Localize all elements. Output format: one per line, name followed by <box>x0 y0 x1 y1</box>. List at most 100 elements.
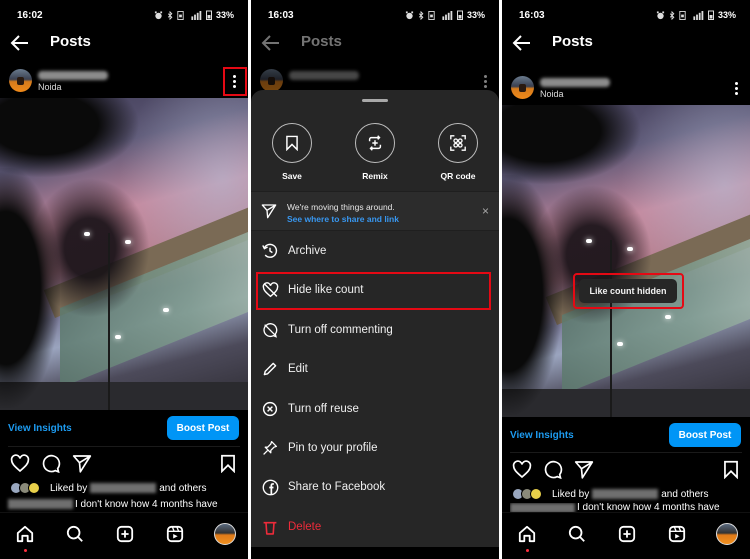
menu-item-delete[interactable]: Delete <box>251 508 499 546</box>
more-options-icon[interactable] <box>730 78 742 98</box>
reels-icon <box>166 525 184 543</box>
comment-icon[interactable] <box>543 460 563 479</box>
quick-action-label: QR code <box>440 171 476 181</box>
avatar[interactable] <box>9 69 32 92</box>
bookmark-icon[interactable] <box>220 454 236 473</box>
sim-icon <box>428 10 435 20</box>
liked-by-row[interactable]: Liked by and others <box>512 487 750 501</box>
screen-post-view-after: 16:03 33% Posts Noida Like count hidden … <box>502 0 750 559</box>
send-icon <box>261 204 277 219</box>
heart-icon[interactable] <box>10 454 30 473</box>
highlight-box <box>573 273 684 309</box>
top-header: Posts <box>251 30 499 56</box>
avatar <box>260 69 283 92</box>
username-blurred[interactable] <box>38 71 108 80</box>
quick-action-label: Save <box>282 171 302 181</box>
caption-text: I don't know how 4 months have <box>577 503 720 512</box>
liked-by-prefix: Liked by <box>50 482 88 494</box>
screen-options-sheet: 16:03 33% Posts Save Remix QR code We're… <box>251 0 499 559</box>
menu-item-pin-to-profile[interactable]: Pin to your profile <box>251 429 499 467</box>
heart-icon[interactable] <box>512 460 532 479</box>
status-time: 16:02 <box>17 9 43 21</box>
menu-item-archive[interactable]: Archive <box>251 232 499 270</box>
bookmark-icon[interactable] <box>723 460 739 479</box>
back-arrow-icon[interactable] <box>512 34 532 52</box>
menu-item-edit[interactable]: Edit <box>251 350 499 388</box>
battery-level: 33% <box>215 10 234 20</box>
bluetooth-icon <box>669 10 675 20</box>
page-title: Posts <box>552 33 593 50</box>
menu-item-label: Turn off commenting <box>288 324 393 336</box>
boost-post-button[interactable]: Boost Post <box>167 416 239 440</box>
back-arrow-icon[interactable] <box>10 34 30 52</box>
share-icon[interactable] <box>574 460 594 479</box>
search-icon <box>568 525 585 542</box>
menu-item-turn-off-reuse[interactable]: Turn off reuse <box>251 390 499 428</box>
nav-profile[interactable] <box>716 523 738 545</box>
menu-item-label: Edit <box>288 363 308 375</box>
menu-item-share-to-facebook[interactable]: Share to Facebook <box>251 468 499 506</box>
nav-reels[interactable] <box>666 523 688 545</box>
signal-icon <box>191 10 202 20</box>
nav-create[interactable] <box>114 523 136 545</box>
highlight-box <box>223 67 247 96</box>
boost-post-button[interactable]: Boost Post <box>669 423 741 447</box>
liked-by-row[interactable]: Liked by and others <box>10 481 248 495</box>
view-insights-link[interactable]: View Insights <box>510 430 574 441</box>
status-time: 16:03 <box>268 9 294 21</box>
nav-create[interactable] <box>616 523 638 545</box>
top-header: Posts <box>502 30 750 56</box>
comment-icon[interactable] <box>41 454 61 473</box>
sheet-drag-handle[interactable] <box>362 99 388 102</box>
post-location[interactable]: Noida <box>540 89 564 99</box>
view-insights-link[interactable]: View Insights <box>8 423 72 434</box>
close-icon[interactable]: × <box>482 204 489 218</box>
nav-reels[interactable] <box>164 523 186 545</box>
quick-action-remix[interactable]: Remix <box>345 123 405 181</box>
avatar[interactable] <box>511 76 534 99</box>
post-caption[interactable]: I don't know how 4 months have <box>8 497 248 511</box>
remix-icon <box>368 135 382 151</box>
liker-avatars <box>10 482 46 494</box>
quick-action-save[interactable]: Save <box>262 123 322 181</box>
liker-name-blurred[interactable] <box>592 489 659 499</box>
battery-icon <box>707 10 714 20</box>
nav-home[interactable] <box>14 523 36 552</box>
post-options-sheet: Save Remix QR code We're moving things a… <box>251 90 499 547</box>
quick-action-qr-code[interactable]: QR code <box>428 123 488 181</box>
liker-name-blurred[interactable] <box>90 483 157 493</box>
post-location[interactable]: Noida <box>38 82 62 92</box>
more-options-icon <box>479 71 491 91</box>
caption-username-blurred <box>8 499 73 509</box>
signal-icon <box>442 10 453 20</box>
status-bar: 16:03 33% <box>519 8 736 22</box>
caption-username-blurred <box>510 503 575 512</box>
notice-link[interactable]: See where to share and link <box>287 214 399 224</box>
username-blurred <box>289 71 359 80</box>
menu-item-label: Turn off reuse <box>288 403 359 415</box>
username-blurred[interactable] <box>540 78 610 87</box>
sim-icon <box>679 10 686 20</box>
post-caption[interactable]: I don't know how 4 months have <box>510 503 750 512</box>
menu-item-turn-off-commenting[interactable]: Turn off commenting <box>251 311 499 349</box>
nav-home[interactable] <box>516 523 538 552</box>
nav-search[interactable] <box>566 523 588 545</box>
profile-avatar <box>214 523 236 545</box>
insights-row: View Insights Boost Post <box>502 423 750 449</box>
post-actions <box>502 460 750 480</box>
share-icon[interactable] <box>72 454 92 473</box>
post-photo[interactable] <box>502 105 750 417</box>
post-photo[interactable] <box>0 98 248 410</box>
alarm-icon <box>405 10 414 19</box>
highlight-box <box>256 272 491 310</box>
pencil-icon <box>263 362 277 376</box>
trash-icon <box>263 521 277 535</box>
battery-icon <box>456 10 463 20</box>
status-icons: 33% <box>656 10 736 20</box>
page-title: Posts <box>50 33 91 50</box>
bottom-nav <box>0 512 248 559</box>
profile-avatar <box>716 523 738 545</box>
nav-search[interactable] <box>64 523 86 545</box>
status-time: 16:03 <box>519 9 545 21</box>
nav-profile[interactable] <box>214 523 236 545</box>
